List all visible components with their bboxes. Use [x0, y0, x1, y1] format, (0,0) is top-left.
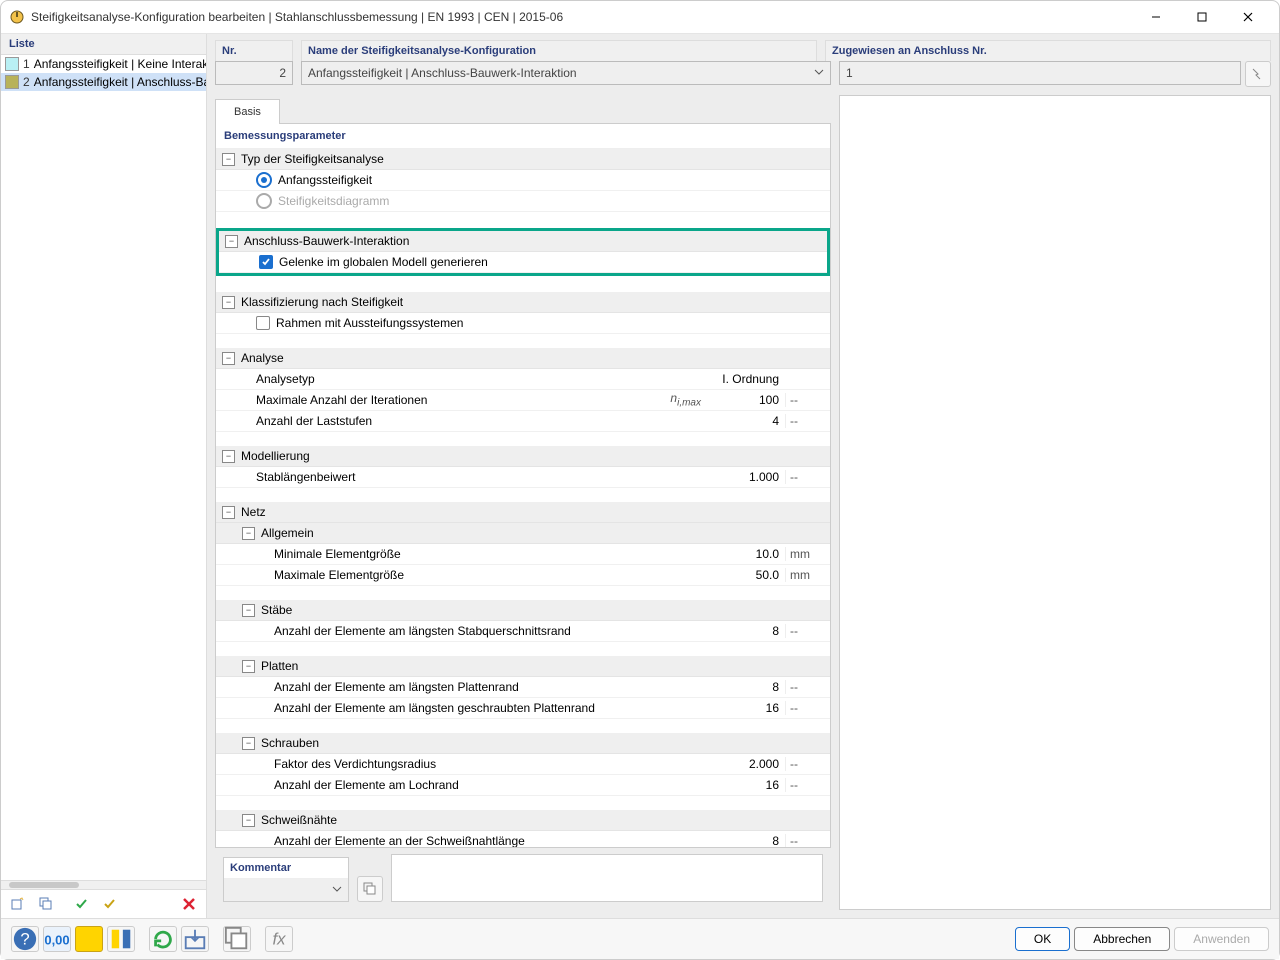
collapse-icon[interactable]: − [222, 506, 235, 519]
export-button[interactable] [181, 926, 209, 952]
apply-button[interactable]: Anwenden [1174, 927, 1269, 951]
function-button[interactable]: fx [265, 926, 293, 952]
sidebar-toolbar [1, 889, 206, 918]
comment-preview [391, 854, 823, 902]
collapse-icon[interactable]: − [242, 527, 255, 540]
ok-button[interactable]: OK [1015, 927, 1070, 951]
check-yellow-button[interactable] [97, 892, 123, 916]
header-name: Name der Steifigkeitsanalyse-Konfigurati… [301, 40, 817, 61]
collapse-icon[interactable]: − [222, 296, 235, 309]
section-title: Bemessungsparameter [216, 124, 830, 149]
params-panel: Bemessungsparameter −Typ der Steifigkeit… [215, 123, 831, 848]
config-list[interactable]: 1 Anfangssteifigkeit | Keine Interaktion… [1, 55, 206, 880]
name-dropdown[interactable]: Anfangssteifigkeit | Anschluss-Bauwerk-I… [301, 61, 831, 85]
collapse-icon[interactable]: − [242, 814, 255, 827]
chevron-down-icon [814, 66, 824, 80]
assigned-field[interactable]: 1 [839, 61, 1241, 85]
nr-field[interactable]: 2 [215, 61, 293, 85]
delete-button[interactable] [176, 892, 202, 916]
checkbox-braced-frames[interactable] [256, 316, 270, 330]
collapse-icon[interactable]: − [242, 604, 255, 617]
tab-basis[interactable]: Basis [215, 99, 280, 124]
color-tool-button[interactable] [107, 926, 135, 952]
sidebar-header: Liste [1, 34, 206, 55]
preview-pane [839, 95, 1271, 910]
sidebar: Liste 1 Anfangssteifigkeit | Keine Inter… [1, 34, 207, 918]
radio-initial-stiffness[interactable] [256, 172, 272, 188]
collapse-icon[interactable]: − [222, 352, 235, 365]
svg-text:fx: fx [273, 930, 287, 949]
minimize-button[interactable] [1133, 2, 1179, 32]
app-icon [9, 9, 25, 25]
horizontal-scrollbar[interactable] [1, 880, 206, 889]
svg-text:?: ? [20, 930, 29, 949]
chevron-down-icon [332, 883, 342, 897]
color-yellow-button[interactable] [75, 926, 103, 952]
close-button[interactable] [1225, 2, 1271, 32]
tabbar: Basis [215, 95, 831, 123]
comment-header: Kommentar [224, 858, 348, 878]
check-green-button[interactable] [69, 892, 95, 916]
refresh-button[interactable] [149, 926, 177, 952]
new-item-button[interactable] [5, 892, 31, 916]
copy-item-button[interactable] [33, 892, 59, 916]
header-nr: Nr. [215, 40, 293, 61]
cancel-button[interactable]: Abbrechen [1074, 927, 1170, 951]
checkbox-generate-hinges[interactable] [259, 255, 273, 269]
svg-text:0,00: 0,00 [44, 933, 69, 948]
comment-dropdown[interactable] [224, 878, 348, 901]
maximize-button[interactable] [1179, 2, 1225, 32]
help-button[interactable]: ? [11, 926, 39, 952]
assign-pick-button[interactable] [1245, 61, 1271, 87]
collapse-icon[interactable]: − [222, 450, 235, 463]
collapse-icon[interactable]: − [242, 737, 255, 750]
highlighted-section: −Anschluss-Bauwerk-Interaktion Gelenke i… [216, 228, 830, 276]
main-area: Nr. Name der Steifigkeitsanalyse-Konfigu… [207, 34, 1279, 918]
header-assigned: Zugewiesen an Anschluss Nr. [825, 40, 1271, 61]
units-button[interactable]: 0,00 [43, 926, 71, 952]
comment-box: Kommentar [223, 857, 349, 902]
color-swatch [5, 57, 19, 71]
list-item[interactable]: 2 Anfangssteifigkeit | Anschluss-Bauwerk… [1, 73, 206, 91]
collapse-icon[interactable]: − [242, 660, 255, 673]
collapse-icon[interactable]: − [225, 235, 238, 248]
copy-button[interactable] [223, 926, 251, 952]
list-item[interactable]: 1 Anfangssteifigkeit | Keine Interaktion [1, 55, 206, 73]
footer: ? 0,00 fx OK Abbrechen Anwenden [1, 918, 1279, 959]
color-swatch [5, 75, 19, 89]
comment-edit-button[interactable] [357, 876, 383, 902]
radio-stiffness-diagram[interactable] [256, 193, 272, 209]
window-title: Steifigkeitsanalyse-Konfiguration bearbe… [31, 10, 1133, 24]
titlebar: Steifigkeitsanalyse-Konfiguration bearbe… [1, 1, 1279, 34]
dialog-window: Steifigkeitsanalyse-Konfiguration bearbe… [0, 0, 1280, 960]
collapse-icon[interactable]: − [222, 153, 235, 166]
